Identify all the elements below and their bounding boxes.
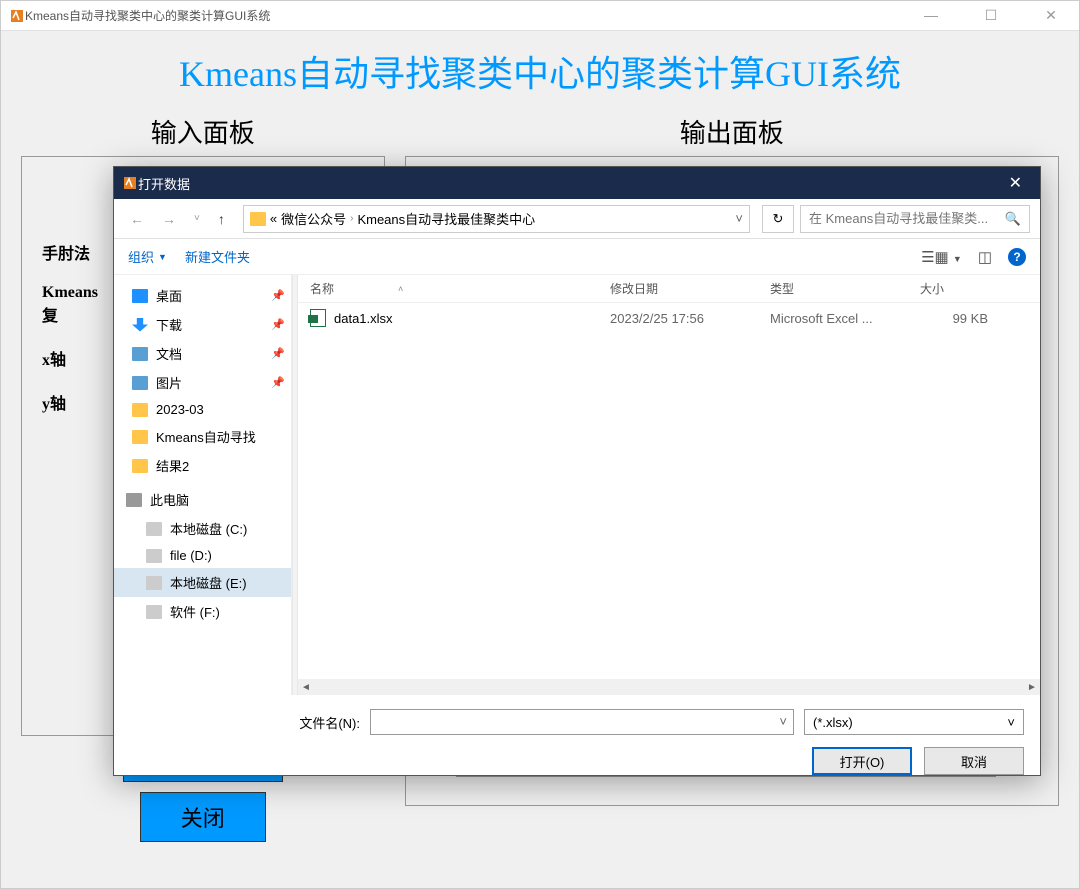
folder-icon [132,430,148,444]
chevron-down-icon: ˅ [1007,715,1015,730]
xlsx-icon [310,309,326,327]
app-title: Kmeans自动寻找聚类中心的聚类计算GUI系统 [1,31,1079,103]
dialog-body: 桌面📌 下载📌 文档📌 图片📌 2023-03 Kmeans自动寻找 结果2 此… [114,275,1040,695]
search-icon: 🔍 [1005,211,1021,227]
breadcrumb-part[interactable]: 微信公众号 [281,209,346,228]
tree-item-drive-e[interactable]: 本地磁盘 (E:) [114,568,291,597]
breadcrumb-part[interactable]: Kmeans自动寻找最佳聚类中心 [357,209,535,228]
close-app-button[interactable]: 关闭 [140,792,266,842]
search-box[interactable]: 🔍 [800,205,1030,233]
help-button[interactable]: ? [1008,248,1026,266]
breadcrumb-dropdown[interactable]: ˅ [735,211,743,226]
file-row[interactable]: data1.xlsx 2023/2/25 17:56 Microsoft Exc… [298,303,1040,333]
tree-item-downloads[interactable]: 下载📌 [114,310,291,339]
file-type: Microsoft Excel ... [758,311,908,326]
pc-icon [126,493,142,507]
pin-icon: 📌 [271,347,285,360]
pin-icon: 📌 [271,289,285,302]
refresh-icon: ↻ [773,211,784,227]
filename-dropdown[interactable]: ˅ [779,714,787,729]
refresh-button[interactable]: ↻ [762,205,794,233]
download-icon [132,318,148,332]
open-button[interactable]: 打开(O) [812,747,912,775]
dialog-titlebar: 打开数据 ✕ [114,167,1040,199]
tree-item-folder[interactable]: 2023-03 [114,397,291,422]
tree-item-thispc[interactable]: 此电脑 [114,480,291,514]
filename-input-wrap: ˅ [370,709,794,735]
dialog-footer: 文件名(N): ˅ (*.xlsx) ˅ 打开(O) 取消 [114,695,1040,789]
pin-icon: 📌 [271,318,285,331]
tree-item-pictures[interactable]: 图片📌 [114,368,291,397]
file-list-header: 名称˄ 修改日期 类型 大小 [298,275,1040,303]
filename-input[interactable] [377,710,767,734]
folder-icon [132,459,148,473]
tree-item-drive-f[interactable]: 软件 (F:) [114,597,291,626]
nav-recent-button[interactable]: ˅ [188,209,206,228]
dialog-navbar: ← → ˅ ↑ « 微信公众号 › Kmeans自动寻找最佳聚类中心 ˅ ↻ 🔍 [114,199,1040,239]
folder-icon [132,403,148,417]
folder-tree: 桌面📌 下载📌 文档📌 图片📌 2023-03 Kmeans自动寻找 结果2 此… [114,275,292,695]
drive-icon [146,522,162,536]
matlab-icon [122,175,138,191]
nav-forward-button[interactable]: → [156,207,182,231]
drive-icon [146,576,162,590]
tree-item-drive-c[interactable]: 本地磁盘 (C:) [114,514,291,543]
filename-label: 文件名(N): [280,713,360,732]
dialog-toolbar: 组织 ▼ 新建文件夹 ☰▦ ▼ ◫ ? [114,239,1040,275]
desktop-icon [132,289,148,303]
main-titlebar: Kmeans自动寻找聚类中心的聚类计算GUI系统 — ☐ ✕ [1,1,1079,31]
file-name: data1.xlsx [334,311,393,326]
input-panel-title: 输入面板 [21,113,385,150]
file-size: 99 KB [908,311,988,326]
tree-item-desktop[interactable]: 桌面📌 [114,281,291,310]
dialog-close-button[interactable]: ✕ [999,173,1032,193]
minimize-button[interactable]: — [911,7,951,24]
cancel-button[interactable]: 取消 [924,747,1024,775]
file-open-dialog: 打开数据 ✕ ← → ˅ ↑ « 微信公众号 › Kmeans自动寻找最佳聚类中… [113,166,1041,776]
drive-icon [146,605,162,619]
main-window-title: Kmeans自动寻找聚类中心的聚类计算GUI系统 [25,7,270,24]
nav-up-button[interactable]: ↑ [212,207,231,231]
output-panel-title: 输出面板 [405,113,1059,150]
organize-menu[interactable]: 组织 ▼ [128,247,167,266]
preview-pane-button[interactable]: ◫ [978,248,992,266]
column-type[interactable]: 类型 [758,280,908,297]
maximize-button[interactable]: ☐ [971,7,1011,24]
sort-asc-icon: ˄ [398,284,403,294]
pin-icon: 📌 [271,376,285,389]
filetype-select[interactable]: (*.xlsx) ˅ [804,709,1024,735]
scroll-right-button[interactable]: ► [1024,679,1040,695]
scrollbar-track[interactable] [314,679,1024,695]
column-date[interactable]: 修改日期 [598,280,758,297]
drive-icon [146,549,162,563]
column-size[interactable]: 大小 [908,280,988,297]
matlab-icon [9,8,25,24]
breadcrumb-sep: « [270,211,277,226]
breadcrumb[interactable]: « 微信公众号 › Kmeans自动寻找最佳聚类中心 ˅ [243,205,750,233]
new-folder-button[interactable]: 新建文件夹 [185,247,250,266]
chevron-right-icon: › [350,213,353,224]
column-name[interactable]: 名称˄ [298,280,598,297]
tree-item-drive-d[interactable]: file (D:) [114,543,291,568]
nav-back-button[interactable]: ← [124,207,150,231]
dialog-title: 打开数据 [138,174,190,193]
scroll-left-button[interactable]: ◄ [298,679,314,695]
file-date: 2023/2/25 17:56 [598,311,758,326]
search-input[interactable] [809,211,999,226]
tree-item-documents[interactable]: 文档📌 [114,339,291,368]
folder-icon [250,212,266,226]
close-button[interactable]: ✕ [1031,7,1071,24]
view-options-button[interactable]: ☰▦ ▼ [921,248,962,266]
document-icon [132,347,148,361]
horizontal-scrollbar[interactable]: ◄ ► [298,679,1040,695]
tree-item-folder[interactable]: Kmeans自动寻找 [114,422,291,451]
file-list-area: 名称˄ 修改日期 类型 大小 data1.xlsx 2023/2/25 17:5… [298,275,1040,695]
tree-item-folder[interactable]: 结果2 [114,451,291,480]
picture-icon [132,376,148,390]
